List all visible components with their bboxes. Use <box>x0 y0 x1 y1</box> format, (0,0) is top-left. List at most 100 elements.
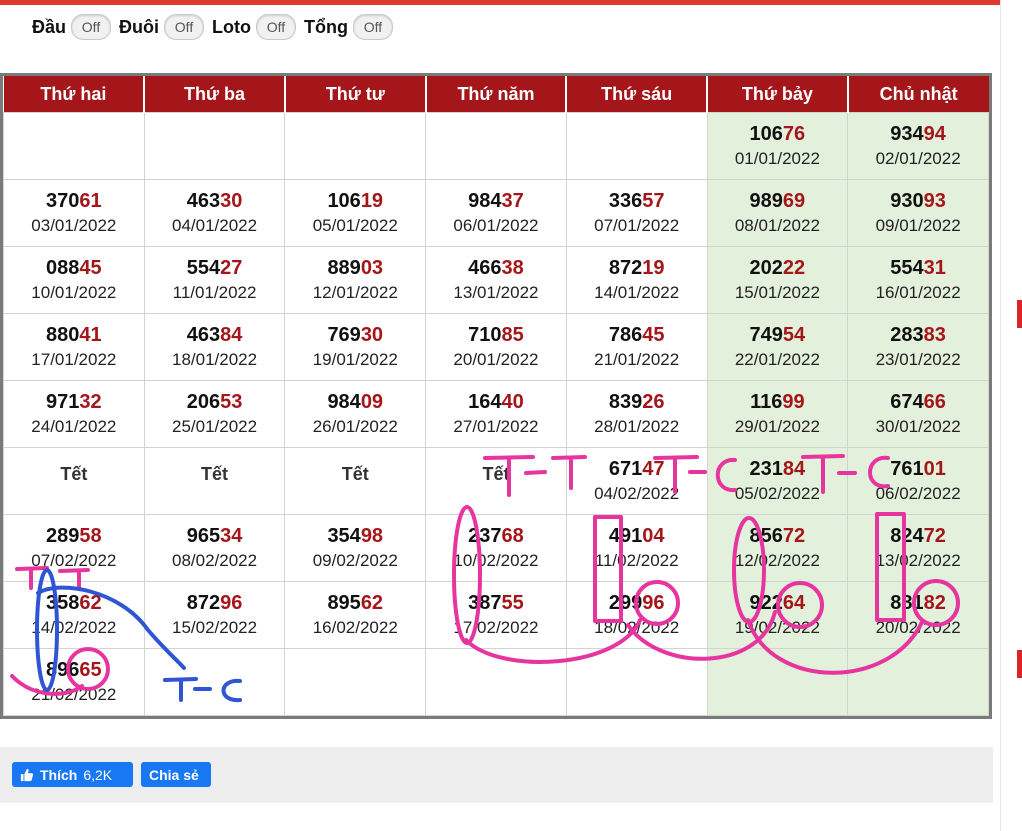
result-number: 82472 <box>848 523 988 549</box>
result-date: 20/01/2022 <box>453 350 539 369</box>
day-cell: Tết <box>284 447 427 515</box>
result-head-digits: 881 <box>890 592 924 614</box>
result-date: 21/02/2022 <box>31 685 117 704</box>
weekday-header: Thứ ba <box>144 76 286 113</box>
result-tail-digits: 93 <box>923 190 946 212</box>
empty-day-cell <box>3 112 145 180</box>
result-head-digits: 463 <box>186 324 221 346</box>
day-cell: 37061 03/01/2022 <box>3 179 145 247</box>
day-cell: Tết <box>143 447 286 515</box>
result-head-digits: 930 <box>890 190 924 212</box>
page-right-border <box>1000 0 1001 831</box>
result-number: 67466 <box>848 389 988 415</box>
result-number: 20222 <box>708 255 848 281</box>
toggle-label-tong: Tổng <box>304 16 348 37</box>
toggle-loto[interactable]: Off <box>256 14 296 40</box>
result-tail-digits: 45 <box>79 257 102 279</box>
result-head-digits: 922 <box>749 592 783 614</box>
result-date: 21/01/2022 <box>594 350 680 369</box>
result-head-digits: 554 <box>890 257 924 279</box>
result-number: 83926 <box>567 389 707 415</box>
day-cell: 33657 07/01/2022 <box>565 179 708 247</box>
facebook-like-button[interactable]: Thích 6,2K <box>12 762 133 787</box>
result-tail-digits: 94 <box>923 123 946 145</box>
result-tail-digits: 96 <box>642 592 665 614</box>
result-number: 23184 <box>708 456 848 482</box>
result-number: 87219 <box>567 255 707 281</box>
result-number: 98409 <box>285 389 425 415</box>
thumbs-up-icon <box>20 768 34 781</box>
calendar-week-row: 88041 17/01/2022 46384 18/01/2022 76930 19/01… <box>3 313 989 381</box>
empty-day-cell <box>847 648 989 716</box>
calendar-week-row: 08845 10/01/2022 55427 11/01/2022 88903 12/01… <box>3 246 989 314</box>
result-date: 02/01/2022 <box>875 149 961 168</box>
result-date: 04/02/2022 <box>594 484 680 503</box>
day-cell: 20653 25/01/2022 <box>143 380 286 448</box>
day-cell: 23184 05/02/2022 <box>706 447 849 515</box>
result-date: 24/01/2022 <box>31 417 117 436</box>
result-number: 97132 <box>4 389 144 415</box>
weekday-header: Chủ nhật <box>847 76 989 113</box>
result-number: 85672 <box>708 523 848 549</box>
result-tail-digits: 47 <box>642 458 665 480</box>
holiday-label: Tết <box>201 463 229 484</box>
result-head-digits: 463 <box>186 190 221 212</box>
result-date: 29/01/2022 <box>734 417 820 436</box>
empty-day-cell <box>284 112 427 180</box>
facebook-share-button[interactable]: Chia sẻ <box>141 762 211 787</box>
result-head-digits: 387 <box>468 592 502 614</box>
toggle-dau[interactable]: Off <box>71 14 112 40</box>
result-head-digits: 674 <box>890 391 924 413</box>
result-tail-digits: 37 <box>501 190 524 212</box>
result-tail-digits: 85 <box>501 324 524 346</box>
day-cell: 97132 24/01/2022 <box>3 380 145 448</box>
result-date: 03/01/2022 <box>31 216 117 235</box>
day-cell: 46330 04/01/2022 <box>143 179 286 247</box>
day-cell: 88182 20/02/2022 <box>847 581 989 649</box>
result-date: 20/02/2022 <box>875 618 961 637</box>
result-number: 20653 <box>145 389 285 415</box>
day-cell: 76101 06/02/2022 <box>847 447 989 515</box>
result-tail-digits: 98 <box>360 525 384 547</box>
result-tail-digits: 22 <box>782 257 806 279</box>
result-tail-digits: 26 <box>642 391 665 413</box>
result-date: 14/02/2022 <box>31 618 117 637</box>
day-cell: 93093 09/01/2022 <box>847 179 989 247</box>
empty-day-cell <box>565 112 708 180</box>
day-cell: 55427 11/01/2022 <box>143 246 286 314</box>
calendar-table: Thứ hai Thứ ba Thứ tư Thứ năm Thứ sáu Th… <box>3 76 989 716</box>
side-scroll-mark <box>1017 650 1022 678</box>
result-tail-digits: 64 <box>782 592 806 614</box>
result-date: 06/02/2022 <box>875 484 961 503</box>
day-cell: 35498 09/02/2022 <box>284 514 427 582</box>
day-cell: 92264 19/02/2022 <box>706 581 849 649</box>
empty-day-cell <box>425 112 567 180</box>
result-number: 08845 <box>4 255 144 281</box>
result-tail-digits: 40 <box>501 391 524 413</box>
result-number: 46638 <box>426 255 566 281</box>
weekday-header: Thứ năm <box>425 76 568 113</box>
result-tail-digits: 53 <box>220 391 243 413</box>
result-number: 38755 <box>426 590 566 616</box>
toggle-tong[interactable]: Off <box>352 14 393 40</box>
toggle-duoi[interactable]: Off <box>164 14 205 40</box>
day-cell: 35862 14/02/2022 <box>3 581 145 649</box>
result-head-digits: 889 <box>327 257 361 279</box>
day-cell: 98437 06/01/2022 <box>425 179 567 247</box>
result-tail-digits: 30 <box>220 190 243 212</box>
result-number: 35862 <box>4 590 144 616</box>
result-head-digits: 289 <box>46 525 80 547</box>
result-tail-digits: 68 <box>501 525 524 547</box>
result-date: 08/01/2022 <box>734 216 820 235</box>
result-date: 19/01/2022 <box>312 350 398 369</box>
result-number: 98437 <box>426 188 566 214</box>
results-calendar: Thứ hai Thứ ba Thứ tư Thứ năm Thứ sáu Th… <box>0 73 992 719</box>
day-cell: 71085 20/01/2022 <box>425 313 567 381</box>
result-tail-digits: 84 <box>782 458 806 480</box>
result-number: 76101 <box>848 456 988 482</box>
result-head-digits: 671 <box>608 458 643 480</box>
result-date: 27/01/2022 <box>453 417 539 436</box>
day-cell: 87219 14/01/2022 <box>565 246 708 314</box>
result-date: 16/02/2022 <box>312 618 398 637</box>
result-date: 10/01/2022 <box>31 283 117 302</box>
